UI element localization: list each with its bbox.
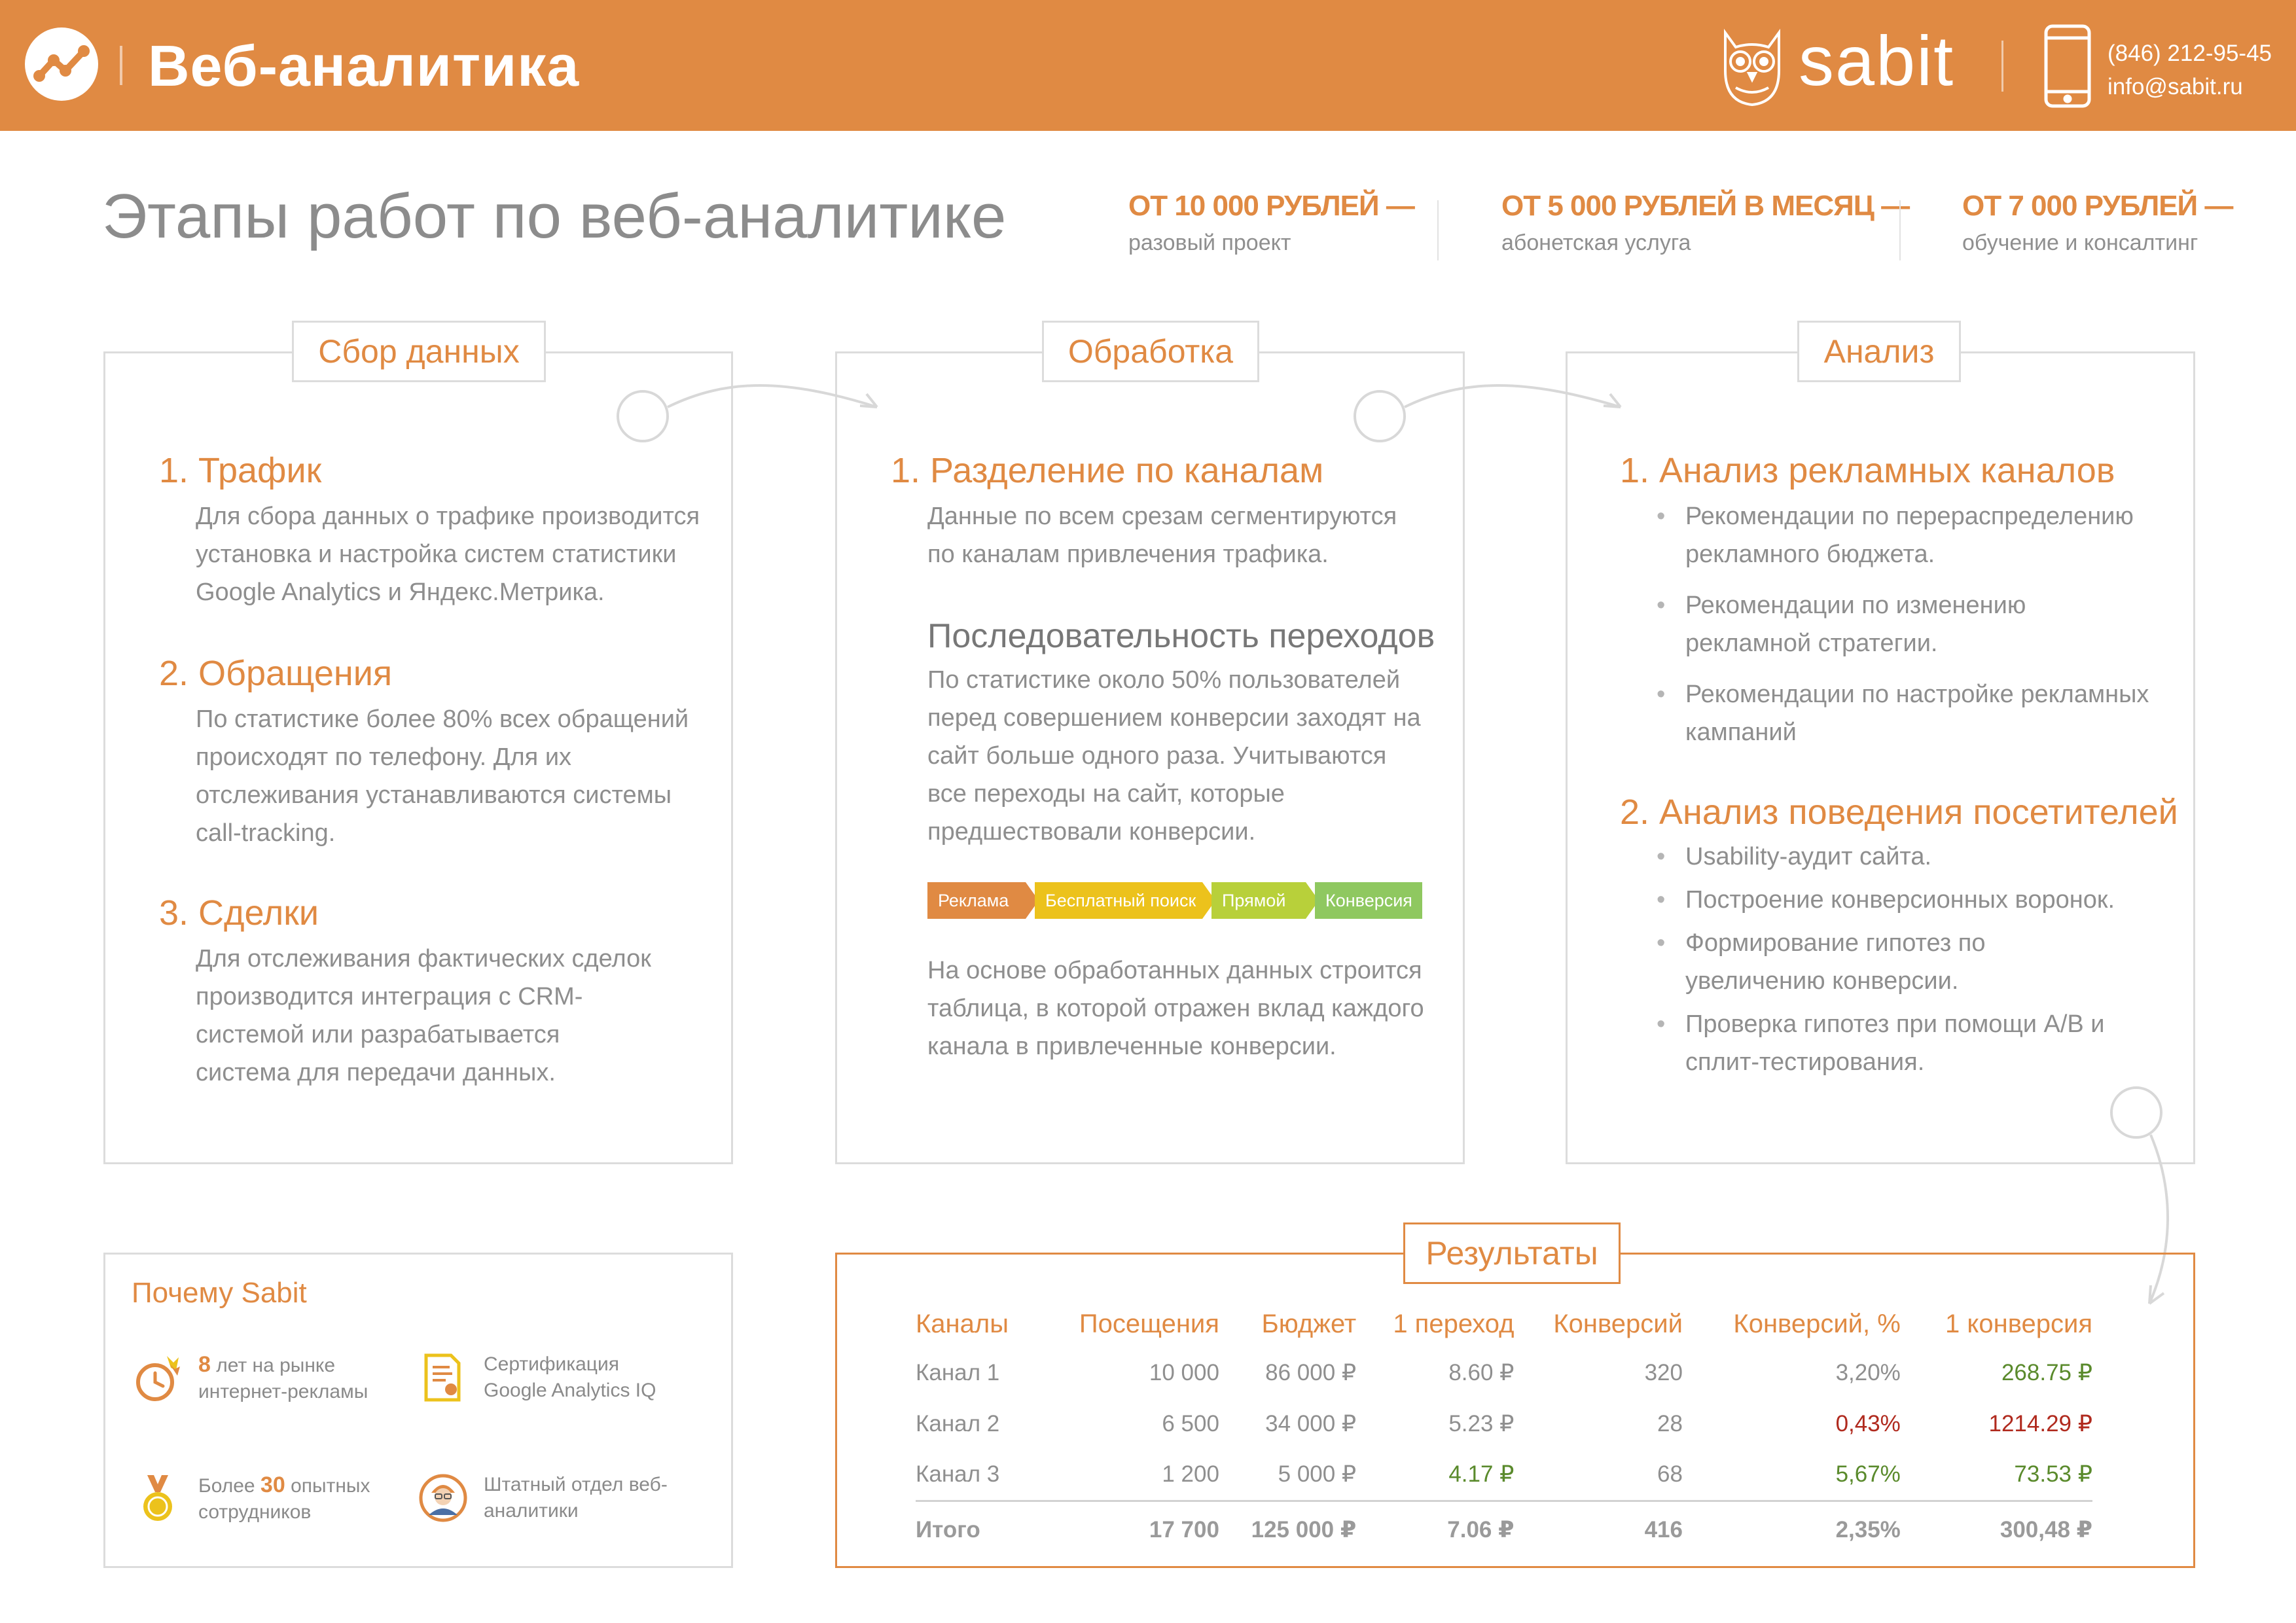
why-number: 30	[260, 1472, 285, 1497]
table-cell: Канал 2	[916, 1411, 1000, 1436]
table-cell: 5 000 ₽	[1278, 1461, 1357, 1488]
column-header: Конверсий	[1553, 1309, 1683, 1338]
tab-results: Результаты	[1403, 1222, 1621, 1284]
table-cell: 17 700	[1037, 1499, 1219, 1556]
table-cell: 10 000	[1149, 1360, 1219, 1385]
why-sabit-box: Почему Sabit 8 лет на рынке интернет-рек…	[103, 1253, 733, 1568]
table-cell: 320	[1644, 1360, 1683, 1385]
table-cell: 34 000 ₽	[1265, 1411, 1357, 1436]
results-table: Каналы Посещения Бюджет 1 переход Конвер…	[916, 1300, 2092, 1556]
analyst-icon	[419, 1474, 467, 1522]
table-cell: 0,43%	[1835, 1411, 1901, 1436]
certificate-icon	[424, 1353, 461, 1402]
table-cell: 5,67%	[1835, 1461, 1901, 1488]
table-cell: 73.53 ₽	[2014, 1461, 2092, 1488]
table-cell: Канал 1	[916, 1360, 1000, 1385]
table-header-row: Каналы Посещения Бюджет 1 переход Конвер…	[916, 1300, 2092, 1347]
why-item-team: Более 30 опытных сотрудников	[132, 1472, 395, 1525]
table-cell: 28	[1657, 1411, 1683, 1436]
why-title: Почему Sabit	[132, 1277, 307, 1309]
table-cell: 268.75 ₽	[2001, 1360, 2092, 1385]
table-cell: 416	[1514, 1499, 1683, 1556]
why-item-experience: 8 лет на рынке интернет-рекламы	[132, 1351, 395, 1405]
why-item-department: Штатный отдел веб-аналитики	[417, 1472, 680, 1524]
table-cell: 3,20%	[1835, 1360, 1901, 1385]
table-cell: 6 500	[1162, 1411, 1219, 1436]
table-cell: 4.17 ₽	[1448, 1461, 1515, 1488]
why-text-team: Более 30 опытных сотрудников	[198, 1472, 370, 1523]
medal-icon	[143, 1475, 172, 1521]
column-header: Конверсий, %	[1733, 1309, 1901, 1338]
table-cell: 1214.29 ₽	[1988, 1411, 2092, 1436]
why-text-experience: 8 лет на рынке интернет-рекламы	[198, 1352, 368, 1402]
table-cell: 86 000 ₽	[1265, 1360, 1357, 1385]
why-text-department: Штатный отдел веб-аналитики	[484, 1474, 668, 1522]
column-header: 1 конверсия	[1945, 1309, 2092, 1338]
table-row: Канал 2 6 500 34 000 ₽ 5.23 ₽ 28 0,43% 1…	[916, 1399, 2092, 1450]
table-cell: 125 000 ₽	[1219, 1499, 1357, 1556]
clock-icon	[136, 1356, 180, 1401]
why-number: 8	[198, 1352, 211, 1377]
why-item-certification: Сертификация Google Analytics IQ	[417, 1351, 680, 1404]
table-cell: 8.60 ₽	[1448, 1360, 1515, 1385]
table-total-row: Итого 17 700 125 000 ₽ 7.06 ₽ 416 2,35% …	[916, 1499, 2092, 1556]
results-box: Каналы Посещения Бюджет 1 переход Конвер…	[835, 1253, 2195, 1568]
table-row: Канал 1 10 000 86 000 ₽ 8.60 ₽ 320 3,20%…	[916, 1347, 2092, 1399]
why-text-certification: Сертификация Google Analytics IQ	[484, 1353, 656, 1401]
table-cell: Канал 3	[916, 1461, 1000, 1488]
table-cell: 68	[1657, 1461, 1683, 1488]
column-header: 1 переход	[1393, 1309, 1515, 1338]
table-row: Канал 3 1 200 5 000 ₽ 4.17 ₽ 68 5,67% 73…	[916, 1450, 2092, 1501]
column-header: Бюджет	[1261, 1309, 1357, 1338]
column-header: Посещения	[1079, 1309, 1219, 1338]
table-cell: 5.23 ₽	[1448, 1411, 1515, 1436]
table-cell: Итого	[916, 1499, 1037, 1556]
table-cell: 7.06 ₽	[1356, 1499, 1515, 1556]
column-header: Каналы	[916, 1309, 1009, 1338]
table-cell: 1 200	[1162, 1461, 1219, 1488]
table-cell: 300,48 ₽	[1900, 1499, 2092, 1556]
table-cell: 2,35%	[1682, 1499, 1901, 1556]
